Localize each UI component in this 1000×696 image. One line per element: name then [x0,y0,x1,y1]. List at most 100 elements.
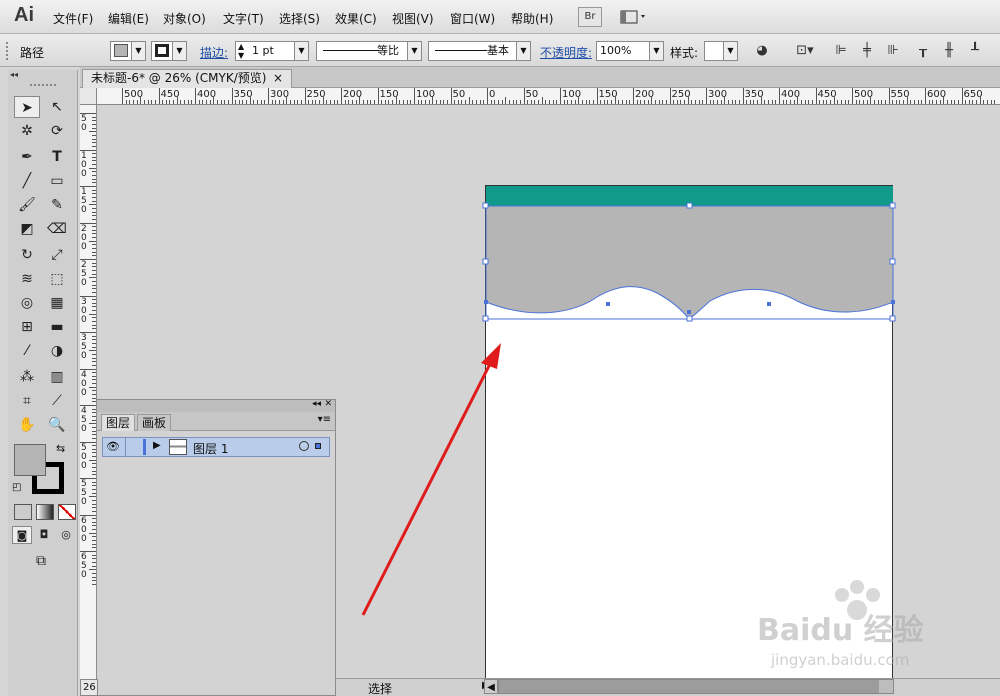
hand-tool-icon[interactable]: ✋ [14,414,40,436]
pen-tool-icon[interactable]: ✒ [14,146,40,168]
align-center-icon[interactable]: ╪ [858,42,876,60]
default-colors-icon[interactable]: ◰ [12,482,21,493]
align-bottom-icon[interactable]: ┸ [966,42,984,60]
grip-handle[interactable] [6,42,10,60]
ruler-origin[interactable] [80,88,97,105]
warp-tool-icon[interactable]: ≋ [14,268,40,290]
tab-layers[interactable]: 图层 [101,414,136,431]
ruler-tick [789,100,791,104]
blend-tool-icon[interactable]: ◑ [44,340,70,362]
fill-color-dropdown[interactable]: ▼ [110,41,146,61]
none-mode-icon[interactable] [58,504,76,520]
ruler-tick [92,324,96,326]
horizontal-scrollbar[interactable] [498,679,894,694]
perspective-grid-tool-icon[interactable]: ▦ [44,292,70,314]
graph-tool-icon[interactable]: ▥ [44,366,70,388]
menu-view[interactable]: 视图(V) [392,10,434,27]
menu-help[interactable]: 帮助(H) [511,10,553,27]
panel-titlebar[interactable]: ◂◂ ✕ [97,399,335,412]
pencil-tool-icon[interactable]: ✎ [44,194,70,216]
opacity-field[interactable]: 100% ▼ [596,41,664,61]
direct-selection-tool-icon[interactable]: ↖ [44,96,70,118]
workspace-switcher[interactable] [618,7,650,27]
ruler-tick [574,100,576,104]
scroll-thumb[interactable] [499,680,879,693]
expand-triangle-icon[interactable]: ▶ [153,440,161,451]
align-to-icon[interactable]: ⊡▾ [792,42,818,60]
collapse-icon[interactable]: ◂◂ [10,70,76,79]
scroll-left-icon[interactable]: ◀ [484,679,498,694]
align-right-icon[interactable]: ⊪ [884,42,902,60]
bridge-button[interactable]: Br [578,7,602,27]
align-top-icon[interactable]: ┰ [914,42,932,60]
type-tool-icon[interactable]: T [44,146,70,168]
draw-normal-icon[interactable]: ◙ [12,526,32,544]
rectangle-tool-icon[interactable]: ▭ [44,170,70,192]
paintbrush-tool-icon[interactable]: 🖌 [14,194,40,216]
zoom-field[interactable]: 26 [80,679,98,696]
stroke-weight-field[interactable]: ▲ ▼ 1 pt ▼ [235,41,309,61]
slice-tool-icon[interactable]: ⟋ [44,390,70,412]
menu-select[interactable]: 选择(S) [279,10,320,27]
screen-mode-icon[interactable]: ⧉ [28,550,54,572]
ruler-tick [202,100,204,104]
swap-colors-icon[interactable]: ⇆ [56,442,65,455]
collapse-icon[interactable]: ◂◂ [312,399,321,409]
layer-row[interactable]: 👁 ▶ 图层 1 [102,437,330,457]
ruler-tick [654,100,656,104]
gray-wave-shape[interactable] [486,206,893,319]
scale-tool-icon[interactable]: ⤢ [44,244,70,266]
menu-object[interactable]: 对象(O) [163,10,206,27]
artboard-tool-icon[interactable]: ⌗ [14,390,40,412]
magic-wand-tool-icon[interactable]: ✲ [14,120,40,142]
align-left-icon[interactable]: ⊫ [832,42,850,60]
opacity-label[interactable]: 不透明度: [540,44,592,61]
brush-definition[interactable]: 基本 ▼ [428,41,531,61]
ruler-tick [764,100,766,104]
lasso-tool-icon[interactable]: ⟳ [44,120,70,142]
stroke-color-dropdown[interactable]: ▼ [151,41,187,61]
ruler-label: 5 0 0 [81,442,87,471]
eye-icon[interactable]: 👁 [106,440,120,453]
free-transform-tool-icon[interactable]: ⬚ [44,268,70,290]
menu-window[interactable]: 窗口(W) [450,10,495,27]
ruler-tick [209,100,211,104]
eraser-tool-icon[interactable]: ⌫ [44,218,70,240]
zoom-tool-icon[interactable]: 🔍 [44,414,70,436]
target-icon[interactable] [299,441,309,451]
menu-effect[interactable]: 效果(C) [335,10,377,27]
shape-builder-tool-icon[interactable]: ◎ [14,292,40,314]
ruler-tick [235,100,237,104]
eyedropper-tool-icon[interactable]: ⁄ [14,340,40,362]
fill-color-mode-icon[interactable] [14,504,32,520]
draw-inside-icon[interactable]: ◎ [56,526,76,544]
menu-edit[interactable]: 编辑(E) [108,10,149,27]
variable-width-profile[interactable]: 等比 ▼ [316,41,422,61]
selection-indicator[interactable] [315,443,321,449]
selection-tool-icon[interactable]: ➤ [14,96,40,118]
symbol-sprayer-tool-icon[interactable]: ⁂ [14,366,40,388]
gradient-mode-icon[interactable] [36,504,54,520]
mesh-tool-icon[interactable]: ⊞ [14,316,40,338]
recolor-icon[interactable]: ◕ [753,42,771,60]
document-tab[interactable]: 未标题-6* @ 26% (CMYK/预览) × [82,69,292,88]
tab-artboards[interactable]: 画板 [137,414,172,431]
ruler-tick [213,97,215,104]
stroke-label[interactable]: 描边: [200,44,228,61]
menu-file[interactable]: 文件(F) [53,10,93,27]
gradient-tool-icon[interactable]: ▬ [44,316,70,338]
line-tool-icon[interactable]: ╱ [14,170,40,192]
align-middle-icon[interactable]: ╫ [940,42,958,60]
ruler-tick [395,97,397,104]
fill-swatch-front[interactable] [14,444,46,476]
panel-menu-icon[interactable]: ▾≡ [318,414,331,425]
blob-brush-tool-icon[interactable]: ◩ [14,218,40,240]
close-icon[interactable]: ✕ [324,399,332,409]
layer-name[interactable]: 图层 1 [193,440,228,457]
rotate-tool-icon[interactable]: ↻ [14,244,40,266]
graphic-style-dropdown[interactable]: ▼ [704,41,738,61]
menu-type[interactable]: 文字(T) [223,10,264,27]
grip-handle[interactable] [30,84,56,87]
close-icon[interactable]: × [273,70,283,87]
draw-behind-icon[interactable]: ◘ [34,526,54,544]
